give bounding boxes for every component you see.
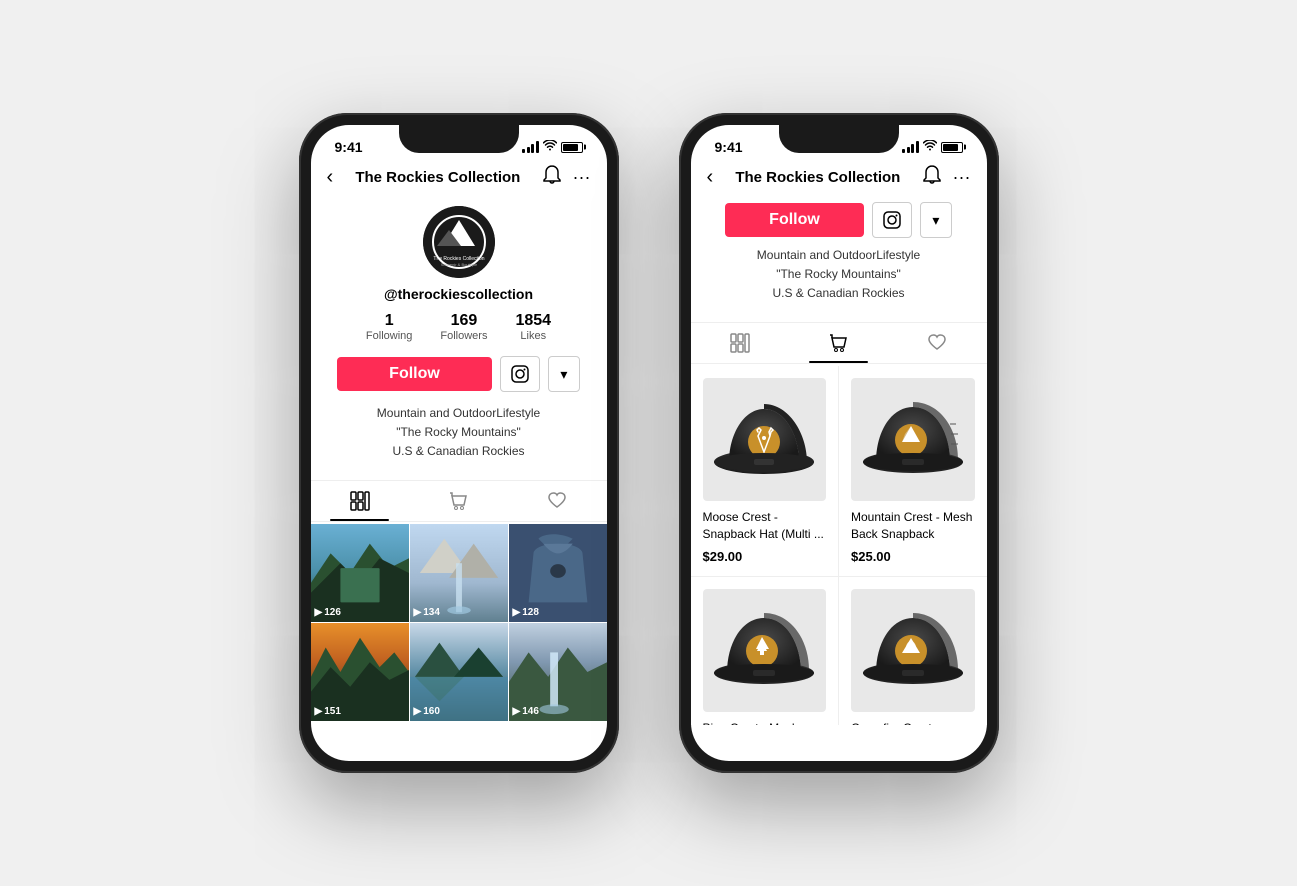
phone-1: 9:41 [299,113,619,773]
nav-actions-2: ··· [923,165,971,190]
notch-2 [779,125,899,153]
play-count-5: ▶ 160 [414,706,440,717]
more-dropdown-2[interactable]: ▾ [920,202,952,238]
bell-icon-1[interactable] [543,165,561,190]
product-name-1: Moose Crest - Snapback Hat (Multi ... [703,509,827,543]
status-time-2: 9:41 [715,139,743,155]
tab-bar-2 [691,322,987,364]
video-thumb-6[interactable]: ▶ 146 [509,623,607,721]
more-icon-2[interactable]: ··· [953,167,971,188]
stat-followers-number: 169 [451,312,478,330]
product-img-1 [703,378,827,502]
instagram-button-2[interactable] [872,202,912,238]
product-name-2: Mountain Crest - Mesh Back Snapback [851,509,975,543]
phone-2: 9:41 [679,113,999,773]
status-icons-1 [522,140,583,154]
video-thumb-2[interactable]: ▶ 134 [410,524,508,622]
back-button-1[interactable]: ‹ [327,166,334,189]
action-row-2: Follow ▾ [691,198,987,246]
stat-following-number: 1 [385,312,394,330]
product-price-2: $25.00 [851,549,975,564]
signal-icon-2 [902,141,919,153]
phone-2-screen: 9:41 [691,125,987,761]
tab-videos-1[interactable] [311,481,410,521]
action-row-1: Follow ▾ [327,356,591,392]
battery-icon-1 [561,142,583,153]
product-card-1[interactable]: Moose Crest - Snapback Hat (Multi ... $2… [691,366,839,576]
tab-liked-2[interactable] [888,323,987,363]
product-name-4: Campfire Crest - Snapback Hat (Multi ... [851,720,975,725]
wifi-icon-2 [923,140,937,154]
video-thumb-5[interactable]: ▶ 160 [410,623,508,721]
back-button-2[interactable]: ‹ [707,166,714,189]
tab-shop-1[interactable] [409,481,508,521]
product-img-2 [851,378,975,502]
nav-bar-2: ‹ The Rockies Collection ··· [691,161,987,198]
status-icons-2 [902,140,963,154]
page-title-2: The Rockies Collection [735,169,900,186]
stat-followers: 169 Followers [440,312,487,342]
stat-following: 1 Following [366,312,412,342]
stats-row-1: 1 Following 169 Followers 1854 Likes [366,312,551,342]
video-thumb-3[interactable]: ▶ 128 [509,524,607,622]
scene: 9:41 [0,73,1297,813]
play-count-4: ▶ 151 [315,706,341,717]
notch [399,125,519,153]
stat-likes: 1854 Likes [515,312,551,342]
product-card-4[interactable]: Campfire Crest - Snapback Hat (Multi ... [839,577,987,725]
stat-likes-number: 1854 [515,312,551,330]
tab-liked-1[interactable] [508,481,607,521]
product-name-3: Pine Crest - Mesh Back Snapback [703,720,827,725]
follow-button-1[interactable]: Follow [337,357,492,391]
video-grid-1: ▶ 126 [311,524,607,721]
product-card-3[interactable]: Pine Crest - Mesh Back Snapback [691,577,839,725]
more-icon-1[interactable]: ··· [573,167,591,188]
product-img-3 [703,589,827,713]
stat-following-label: Following [366,330,412,342]
bio-1: Mountain and OutdoorLifestyle "The Rocky… [377,404,540,462]
bio-2: Mountain and OutdoorLifestyle"The Rocky … [691,246,987,312]
video-thumb-1[interactable]: ▶ 126 [311,524,409,622]
svg-text:Souvenir & Boutique: Souvenir & Boutique [440,262,477,267]
shop-content-2: Moose Crest - Snapback Hat (Multi ... $2… [691,366,987,725]
tab-videos-2[interactable] [691,323,790,363]
status-time-1: 9:41 [335,139,363,155]
tab-bar-1 [311,480,607,522]
wifi-icon-1 [543,140,557,154]
stat-followers-label: Followers [440,330,487,342]
nav-actions-1: ··· [543,165,591,190]
product-grid-2: Moose Crest - Snapback Hat (Multi ... $2… [691,366,987,725]
page-title-1: The Rockies Collection [355,169,520,186]
play-count-1: ▶ 126 [315,607,341,618]
nav-bar-1: ‹ The Rockies Collection ··· [311,161,607,198]
product-card-2[interactable]: Mountain Crest - Mesh Back Snapback $25.… [839,366,987,576]
video-thumb-4[interactable]: ▶ 151 [311,623,409,721]
phone-1-screen: 9:41 [311,125,607,761]
username-1: @therockiescollection [384,286,533,302]
tab-shop-2[interactable] [789,323,888,363]
product-price-1: $29.00 [703,549,827,564]
instagram-button-1[interactable] [500,356,540,392]
play-count-6: ▶ 146 [513,706,539,717]
play-count-2: ▶ 134 [414,607,440,618]
more-dropdown-1[interactable]: ▾ [548,356,580,392]
bell-icon-2[interactable] [923,165,941,190]
product-img-4 [851,589,975,713]
profile-section-1: The Rockies Collection Souvenir & Boutiq… [311,198,607,480]
follow-button-2[interactable]: Follow [725,203,864,237]
battery-icon-2 [941,142,963,153]
stat-likes-label: Likes [520,330,546,342]
signal-icon-1 [522,141,539,153]
play-count-3: ▶ 128 [513,607,539,618]
avatar-1: The Rockies Collection Souvenir & Boutiq… [423,206,495,278]
